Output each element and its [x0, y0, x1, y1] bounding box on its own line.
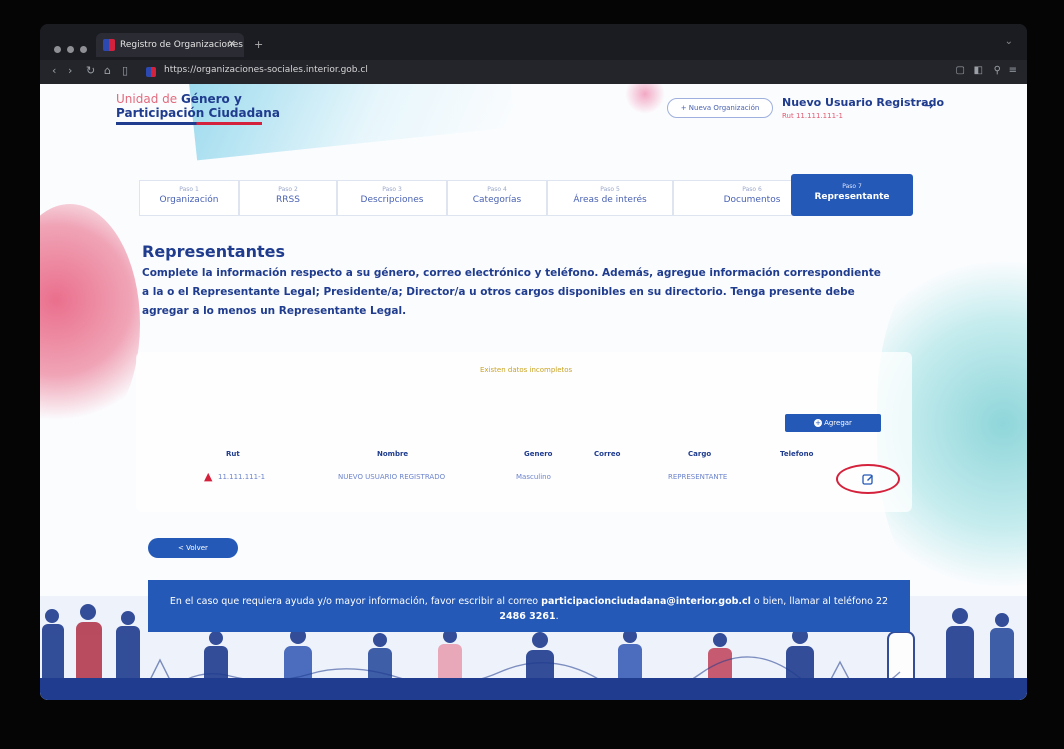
- step-number: Paso 5: [600, 186, 620, 193]
- page-description: Complete la información respecto a su gé…: [142, 267, 881, 317]
- add-representative-button[interactable]: + Agregar: [785, 414, 881, 432]
- home-icon[interactable]: ⌂: [104, 64, 111, 77]
- incomplete-data-warning: Existen datos incompletos: [480, 366, 573, 374]
- new-organization-button[interactable]: + Nueva Organización: [667, 98, 773, 118]
- decorative-shape: [625, 84, 665, 114]
- help-text-middle: o bien, llamar al teléfono 22: [750, 596, 889, 607]
- logout-icon[interactable]: ↪: [922, 98, 934, 114]
- window-controls[interactable]: [54, 38, 93, 57]
- browser-window: Registro de Organizaciones ✕ + ⌄ ‹ › ↻ ⌂…: [40, 24, 1027, 700]
- site-favicon-icon: [103, 39, 115, 51]
- step-label: Representante: [814, 192, 890, 202]
- edit-icon: [862, 474, 873, 485]
- step-number: Paso 4: [487, 186, 507, 193]
- step-areas-de-interes[interactable]: Paso 5 Áreas de interés: [547, 180, 673, 216]
- step-label: Descripciones: [360, 195, 424, 205]
- user-name: Nuevo Usuario Registrado: [782, 96, 945, 109]
- bookmark-icon[interactable]: ▯: [122, 64, 128, 77]
- step-number: Paso 2: [278, 186, 298, 193]
- extensions-icon[interactable]: ⚲: [994, 65, 1001, 76]
- footer-bar: [40, 678, 1027, 700]
- page-title: Representantes: [142, 242, 285, 261]
- sidebar-icon[interactable]: ◧: [974, 65, 983, 76]
- forward-arrow-icon[interactable]: ›: [68, 64, 72, 77]
- help-text-after: .: [555, 611, 559, 622]
- reload-icon[interactable]: ↻: [86, 64, 95, 77]
- step-descripciones[interactable]: Paso 3 Descripciones: [337, 180, 447, 216]
- cell-cargo: REPRESENTANTE: [668, 473, 728, 481]
- column-header-telefono: Telefono: [780, 450, 814, 458]
- step-rrss[interactable]: Paso 2 RRSS: [239, 180, 337, 216]
- share-icon[interactable]: ▢: [956, 65, 965, 76]
- add-button-label: Agregar: [824, 419, 852, 427]
- cell-nombre: NUEVO USUARIO REGISTRADO: [338, 473, 446, 481]
- cell-genero: Masculino: [516, 473, 551, 481]
- plus-icon: +: [814, 419, 823, 427]
- step-organizacion[interactable]: Paso 1 Organización: [139, 180, 239, 216]
- logo-underline: [116, 122, 262, 125]
- help-banner: En el caso que requiera ayuda y/o mayor …: [148, 580, 910, 632]
- edit-representative-button[interactable]: [836, 464, 900, 494]
- cell-rut: 11.111.111-1: [218, 473, 266, 481]
- page-content: Unidad de Género y Participación Ciudada…: [40, 84, 1027, 700]
- tab-title: Registro de Organizaciones: [120, 40, 243, 50]
- representatives-panel: [136, 352, 912, 512]
- logo-bold: Género y: [180, 92, 242, 106]
- back-arrow-icon[interactable]: ‹: [52, 64, 56, 77]
- address-bar[interactable]: https://organizaciones-sociales.interior…: [164, 65, 368, 75]
- site-logo[interactable]: Unidad de Género y Participación Ciudada…: [116, 92, 280, 125]
- tab-bar: Registro de Organizaciones ✕ + ⌄: [40, 24, 1027, 60]
- logo-line2: Participación Ciudadana: [116, 106, 280, 120]
- help-phone: 2486 3261: [499, 611, 556, 622]
- browser-toolbar: ‹ › ↻ ⌂ ▯ https://organizaciones-sociale…: [40, 60, 1027, 84]
- step-label: Organización: [159, 195, 219, 205]
- browser-tab[interactable]: Registro de Organizaciones ✕: [96, 33, 244, 57]
- column-header-nombre: Nombre: [377, 450, 409, 458]
- address-favicon-icon: [146, 67, 156, 77]
- step-number: Paso 3: [382, 186, 402, 193]
- chevron-down-icon[interactable]: ⌄: [1005, 36, 1013, 47]
- step-representante[interactable]: Paso 7 Representante: [791, 174, 913, 216]
- logo-line1: Unidad de Género y: [116, 92, 280, 106]
- step-categorias[interactable]: Paso 4 Categorías: [447, 180, 547, 216]
- back-button[interactable]: < Volver: [148, 538, 238, 558]
- step-number: Paso 1: [179, 186, 199, 193]
- step-number: Paso 7: [842, 183, 862, 190]
- warning-triangle-icon: ▲: [204, 470, 213, 483]
- column-header-rut: Rut: [226, 450, 240, 458]
- logo-prefix: Unidad de: [116, 92, 181, 106]
- column-header-genero: Genero: [524, 450, 553, 458]
- column-header-correo: Correo: [594, 450, 621, 458]
- help-email-link[interactable]: participacionciudadana@interior.gob.cl: [541, 596, 751, 607]
- new-tab-icon[interactable]: +: [254, 38, 263, 51]
- step-label: Categorías: [472, 195, 522, 205]
- step-label: RRSS: [276, 195, 300, 205]
- close-tab-icon[interactable]: ✕: [228, 33, 236, 57]
- step-label: Áreas de interés: [573, 195, 647, 205]
- decorative-shape: [40, 204, 140, 444]
- column-header-cargo: Cargo: [688, 450, 712, 458]
- user-rut: Rut 11.111.111-1: [782, 112, 844, 120]
- menu-icon[interactable]: ≡: [1009, 65, 1017, 76]
- help-text-before: En el caso que requiera ayuda y/o mayor …: [169, 596, 542, 607]
